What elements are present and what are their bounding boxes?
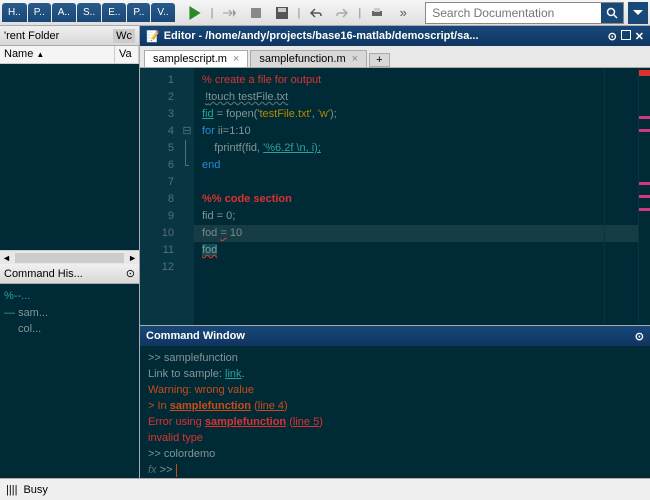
fx-indicator: fx	[148, 464, 157, 476]
close-tab-icon[interactable]: ×	[352, 53, 358, 65]
code-content[interactable]: % create a file for output !touch testFi…	[194, 68, 638, 325]
col-name[interactable]: Name ▲	[0, 46, 115, 63]
search-input[interactable]	[426, 6, 601, 20]
save-button[interactable]	[272, 3, 292, 23]
layout-menu[interactable]	[628, 2, 648, 24]
history-item[interactable]: %--...	[4, 288, 135, 305]
gear-icon[interactable]: ⊙	[126, 267, 135, 280]
status-indicator: ||||	[6, 484, 17, 496]
step-button[interactable]	[220, 3, 240, 23]
command-window[interactable]: >> samplefunction Link to sample: link. …	[140, 346, 650, 478]
line-numbers: 123456789101112	[140, 68, 180, 325]
tab-publish[interactable]: P..	[127, 3, 150, 22]
history-panel-title: Command His... ⊙	[0, 264, 139, 284]
undo-button[interactable]	[306, 3, 326, 23]
separator: |	[298, 7, 301, 19]
folder-scrollbar[interactable]: ◄►	[0, 250, 139, 264]
run-button[interactable]	[185, 3, 205, 23]
separator: |	[358, 7, 361, 19]
stop-button[interactable]	[246, 3, 266, 23]
maximize-icon[interactable]	[621, 30, 631, 40]
editor-area[interactable]: 123456789101112 ⊟ % create a file for ou…	[140, 68, 650, 325]
gear-icon[interactable]: ⊙	[635, 330, 644, 343]
fold-gutter[interactable]: ⊟	[180, 68, 194, 325]
file-tab-active[interactable]: samplescript.m×	[144, 50, 248, 67]
status-text: Busy	[23, 484, 47, 496]
history-item[interactable]: — sam...	[4, 305, 135, 322]
folder-tree[interactable]	[0, 64, 139, 250]
wc-badge: Wc	[113, 29, 135, 43]
command-history[interactable]: %--... — sam... col...	[0, 284, 139, 478]
search-icon[interactable]	[601, 3, 623, 23]
tab-apps[interactable]: A..	[52, 3, 76, 22]
search-box[interactable]	[425, 2, 624, 24]
history-item[interactable]: col...	[4, 321, 135, 338]
file-tabs: samplescript.m× samplefunction.m× +	[140, 46, 650, 68]
tab-shortcuts[interactable]: S..	[77, 3, 101, 22]
folder-panel-title: 'rent Folder Wc	[0, 26, 139, 46]
tab-home[interactable]: H..	[2, 3, 27, 22]
editor-header: 📝 Editor - /home/andy/projects/base16-ma…	[140, 26, 650, 46]
command-window-header: Command Window ⊙	[140, 326, 650, 346]
minimap[interactable]	[638, 68, 650, 325]
separator: |	[211, 7, 214, 19]
file-tab[interactable]: samplefunction.m×	[250, 50, 367, 67]
print-button[interactable]	[367, 3, 387, 23]
editor-title: Editor - /home/andy/projects/base16-matl…	[164, 30, 479, 42]
close-icon[interactable]: ✕	[635, 30, 644, 43]
redo-button[interactable]	[332, 3, 352, 23]
folder-columns[interactable]: Name ▲ Va	[0, 46, 139, 64]
tab-editor[interactable]: E..	[102, 3, 126, 22]
col-value[interactable]: Va	[115, 46, 139, 63]
status-bar: |||| Busy	[0, 478, 650, 500]
gear-icon[interactable]: ⊙	[608, 30, 617, 43]
close-tab-icon[interactable]: ×	[233, 53, 239, 65]
main-tabs: H.. P.. A.. S.. E.. P.. V..	[0, 3, 177, 22]
new-tab-button[interactable]: +	[369, 53, 389, 67]
tab-plots[interactable]: P..	[28, 3, 51, 22]
tab-view[interactable]: V..	[151, 3, 174, 22]
more-button[interactable]: »	[393, 3, 413, 23]
